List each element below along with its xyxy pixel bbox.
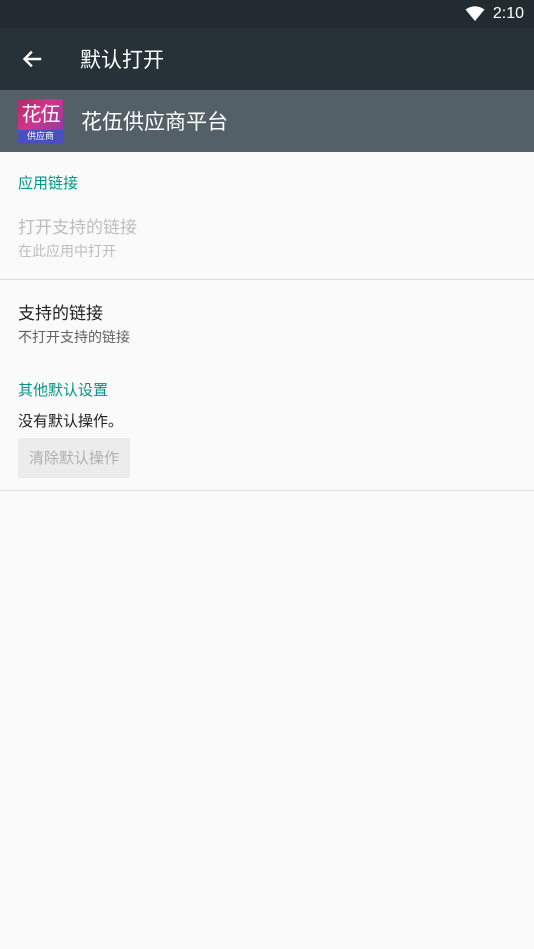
section-title-other-defaults: 其他默认设置 xyxy=(18,381,109,399)
app-icon-text: 花伍 xyxy=(21,101,61,126)
page-title: 默认打开 xyxy=(80,48,164,72)
back-button[interactable] xyxy=(0,28,64,90)
wifi-icon xyxy=(465,6,485,21)
app-header: 花伍 供应商 花伍供应商平台 xyxy=(0,90,534,152)
open-supported-links-item[interactable]: 打开支持的链接 在此应用中打开 xyxy=(0,213,534,261)
toolbar: 默认打开 xyxy=(0,28,534,90)
status-bar: 2:10 xyxy=(0,0,534,28)
no-defaults-text: 没有默认操作。 xyxy=(18,412,124,430)
app-icon-band-text: 供应商 xyxy=(18,129,63,144)
open-supported-links-title: 打开支持的链接 xyxy=(18,218,137,238)
app-icon: 花伍 供应商 xyxy=(18,98,63,144)
open-supported-links-summary: 在此应用中打开 xyxy=(18,244,116,260)
supported-links-summary: 不打开支持的链接 xyxy=(18,330,130,346)
divider xyxy=(0,490,534,491)
supported-links-item[interactable]: 支持的链接 不打开支持的链接 xyxy=(0,299,534,347)
supported-links-title: 支持的链接 xyxy=(18,304,103,324)
status-time: 2:10 xyxy=(492,5,524,22)
section-title-app-links: 应用链接 xyxy=(18,174,79,192)
arrow-back-icon xyxy=(22,50,42,68)
clear-defaults-button[interactable]: 清除默认操作 xyxy=(18,438,130,478)
app-name: 花伍供应商平台 xyxy=(81,110,228,134)
